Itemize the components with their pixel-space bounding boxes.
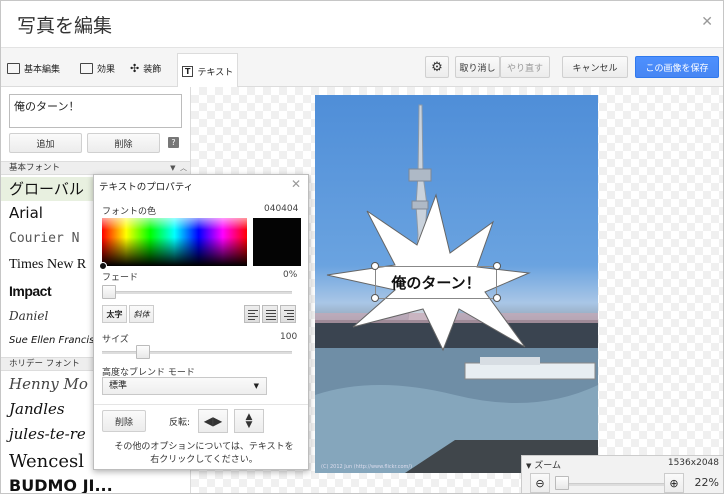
redo-button[interactable]: やり直す: [500, 56, 550, 78]
flip-horizontal-button[interactable]: ◀▶: [198, 409, 228, 433]
font-color-value: 040404: [264, 204, 299, 214]
font-option-jandles[interactable]: Jandles: [9, 400, 65, 418]
text-overlay[interactable]: 俺のターン！: [375, 266, 497, 299]
font-option-courier[interactable]: Courier N: [9, 231, 79, 246]
blend-mode-select[interactable]: 標準 ▼: [102, 377, 267, 395]
options-hint: その他のオプションについては、テキストを右クリックしてください。: [114, 442, 294, 465]
font-option-times[interactable]: Times New R: [9, 257, 86, 273]
align-left-button[interactable]: [244, 305, 260, 323]
flip-horizontal-icon: ◀▶: [203, 414, 223, 428]
text-input[interactable]: 俺のターン！: [9, 94, 182, 128]
font-color-label: フォントの色: [102, 207, 157, 217]
font-option-jules[interactable]: jules-te-re: [9, 425, 86, 443]
holiday-fonts-label: ホリデー フォント: [9, 359, 80, 369]
collapse-triangle-icon: ▼: [526, 462, 532, 470]
save-image-button[interactable]: この画像を保存: [635, 56, 719, 78]
font-option-sue-ellen[interactable]: Sue Ellen Francis: [9, 335, 94, 346]
scroll-arrows-icon[interactable]: ▼ ︿: [170, 162, 187, 174]
add-text-button[interactable]: 追加: [9, 133, 82, 153]
panel-divider: [94, 404, 308, 405]
zoom-slider-track[interactable]: [555, 483, 667, 486]
font-option-arial[interactable]: Arial: [9, 204, 43, 222]
font-option-budmo[interactable]: BUDMO JI...: [9, 476, 113, 493]
effects-icon: [80, 62, 93, 74]
fade-label: フェード: [102, 273, 139, 283]
basic-fonts-header[interactable]: 基本フォント ▼ ︿: [1, 161, 190, 175]
image-icon: [7, 62, 20, 74]
zoom-in-button[interactable]: ⊕: [664, 473, 684, 493]
font-option-impact[interactable]: Impact: [9, 283, 52, 299]
font-option-henny[interactable]: Henny Mo: [9, 375, 88, 393]
resize-handle-top-right[interactable]: [493, 262, 501, 270]
flip-vertical-button[interactable]: ▲ ▼: [234, 409, 264, 433]
color-swatch: [253, 218, 301, 266]
size-slider-thumb[interactable]: [136, 345, 150, 359]
tab-basic-edit[interactable]: 基本編集: [7, 57, 60, 79]
bold-button[interactable]: 太字: [102, 305, 127, 323]
resize-handle-top-left[interactable]: [371, 262, 379, 270]
color-picker-handle[interactable]: [99, 262, 107, 270]
zoom-slider-thumb[interactable]: [555, 476, 569, 490]
toolbar: 基本編集 効果 ✣ 装飾 T テキスト ⚙ 取り消し やり直す キャンセル この…: [1, 47, 723, 89]
fade-slider-track[interactable]: [102, 291, 292, 294]
image-dimensions: 1536x2048: [667, 458, 719, 468]
panel-title: テキストのプロパティ: [99, 182, 194, 193]
flip-vertical-icon: ▲ ▼: [245, 412, 253, 430]
align-right-button[interactable]: [280, 305, 296, 323]
tab-effects[interactable]: 効果: [80, 57, 115, 79]
undo-button[interactable]: 取り消し: [455, 56, 500, 78]
italic-button[interactable]: 斜体: [129, 305, 154, 323]
tab-text[interactable]: T テキスト: [177, 53, 239, 89]
chevron-down-icon: ▼: [253, 382, 259, 390]
settings-button[interactable]: ⚙: [425, 56, 449, 78]
dialog-title: 写真を編集: [17, 15, 113, 37]
zoom-label-text: ズーム: [534, 461, 561, 471]
zoom-out-button[interactable]: ⊖: [530, 473, 550, 493]
flip-label: 反転:: [169, 418, 191, 428]
decoration-icon: ✣: [130, 61, 140, 75]
fade-value: 0%: [283, 270, 298, 280]
tab-decorations-label: 装飾: [143, 64, 162, 75]
cancel-button[interactable]: キャンセル: [562, 56, 628, 78]
blend-mode-value: 標準: [109, 381, 128, 391]
delete-text-layer-button[interactable]: 削除: [102, 410, 146, 432]
font-option-daniel[interactable]: Daniel: [9, 309, 48, 323]
zoom-percent: 22%: [694, 476, 719, 489]
panel-close-icon[interactable]: ✕: [291, 177, 301, 191]
text-icon: T: [182, 66, 194, 77]
close-icon[interactable]: ✕: [701, 14, 713, 30]
tab-decorations[interactable]: ✣ 装飾: [130, 57, 161, 79]
basic-fonts-label: 基本フォント: [9, 163, 61, 173]
font-option-wencesl[interactable]: Wencesl: [9, 451, 84, 472]
gear-icon: ⚙: [431, 59, 443, 75]
zoom-label[interactable]: ▼ ズーム: [526, 458, 561, 471]
size-slider-track[interactable]: [102, 351, 292, 354]
size-value: 100: [280, 332, 298, 342]
delete-text-button[interactable]: 削除: [87, 133, 160, 153]
resize-handle-bottom-right[interactable]: [493, 294, 501, 302]
align-center-button[interactable]: [262, 305, 278, 323]
color-spectrum-highlight: [102, 218, 247, 230]
text-properties-panel: テキストのプロパティ ✕ フォントの色 040404 フェード 0% 太字 斜体…: [93, 174, 309, 470]
tab-effects-label: 効果: [97, 64, 116, 75]
fade-slider-thumb[interactable]: [102, 285, 116, 299]
size-label: サイズ: [102, 335, 129, 345]
resize-handle-bottom-left[interactable]: [371, 294, 379, 302]
feedback-flag-icon[interactable]: ?: [168, 137, 179, 148]
tab-text-label: テキスト: [197, 68, 234, 78]
zoom-in-icon: ⊕: [669, 476, 679, 490]
photo[interactable]: 俺のターン！ (C) 2012 Jun (http://www.flickr.c…: [315, 95, 598, 473]
zoom-out-icon: ⊖: [535, 476, 545, 490]
photo-caption: (C) 2012 Jun (http://www.flickr.com/): [321, 464, 413, 470]
zoom-panel: ▼ ズーム 1536x2048 ⊖ ⊕ 22%: [521, 455, 723, 493]
photo-editor-window: 写真を編集 ✕ 基本編集 効果 ✣ 装飾 T テキスト ⚙ 取り消し やり直す …: [0, 0, 724, 494]
tab-basic-edit-label: 基本編集: [24, 64, 61, 75]
